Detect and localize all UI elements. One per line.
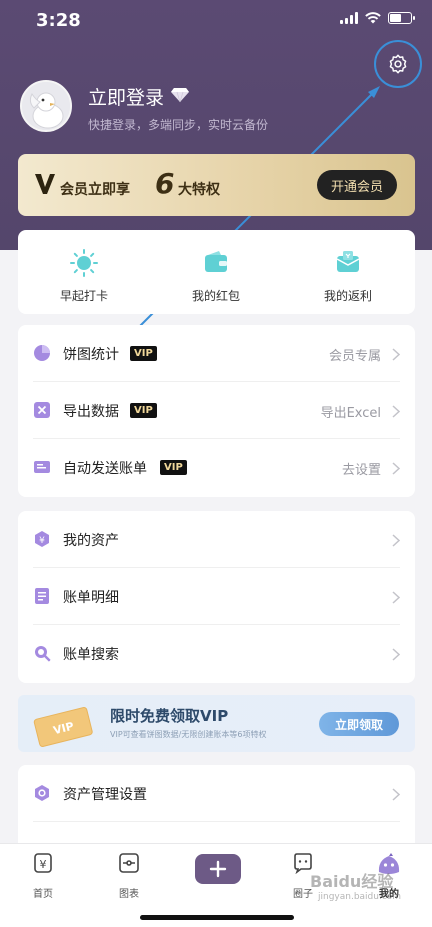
quick-action-rebate[interactable]: 我的返利 <box>282 230 414 314</box>
watermark-subtitle: jingyan.baidu.com <box>318 892 402 902</box>
signal-icon <box>340 12 358 24</box>
add-record-button[interactable] <box>195 854 241 884</box>
tab-label: 首页 <box>33 889 53 900</box>
vip-tag: VIP <box>160 460 187 475</box>
add-icon <box>209 860 227 878</box>
vip-banner-text-suffix: 大特权 <box>178 182 220 198</box>
tab-home[interactable]: ¥ 首页 <box>0 852 86 902</box>
home-ledger-icon: ¥ <box>34 853 52 873</box>
asset-settings-icon <box>35 785 49 801</box>
menu-row-value: 去设置 <box>341 463 381 478</box>
chart-icon <box>119 853 139 873</box>
promo-subtitle: VIP可查看饼图数据/无限创建账本等6项特权 <box>110 730 267 739</box>
menu-row-label: 资产管理设置 <box>63 787 147 803</box>
wallet-icon <box>205 251 227 272</box>
tab-chart[interactable]: 图表 <box>86 852 172 902</box>
menu-row-label: 自动发送账单 <box>63 461 147 477</box>
quick-action-label: 早起打卡 <box>59 289 108 303</box>
battery-icon <box>388 12 415 24</box>
svg-text:¥: ¥ <box>40 858 47 871</box>
menu-row-label: 饼图统计 <box>63 347 119 363</box>
quick-action-checkin[interactable]: 早起打卡 <box>18 230 150 314</box>
chevron-right-icon <box>392 591 400 604</box>
vip-tag: VIP <box>130 346 157 361</box>
menu-row-my-assets[interactable]: ¥ 我的资产 <box>18 511 415 568</box>
vip-ticket-icon: VIP <box>33 706 93 747</box>
status-icons <box>340 12 415 24</box>
vip-features-card: 饼图统计 VIP 会员专属 导出数据 VIP 导出Excel 自动发送账单 VI… <box>18 325 415 497</box>
diamond-icon <box>171 88 189 103</box>
chevron-right-icon <box>392 788 400 801</box>
watermark: Baidu经验 <box>310 872 394 891</box>
asset-icon: ¥ <box>35 531 49 547</box>
vip-v-logo-icon <box>35 174 55 194</box>
email-bill-icon <box>34 461 50 473</box>
menu-row-pie-chart[interactable]: 饼图统计 VIP 会员专属 <box>18 325 415 382</box>
promo-title: 限时免费领取VIP <box>110 707 229 725</box>
login-subtitle: 快捷登录，多端同步，实时云备份 <box>88 118 269 132</box>
menu-row-label: 导出数据 <box>63 404 119 420</box>
menu-row-label: 账单明细 <box>63 590 119 606</box>
avatar[interactable] <box>20 80 72 132</box>
export-excel-icon <box>34 402 50 418</box>
vip-banner-number: 6 <box>155 167 175 200</box>
pie-chart-icon <box>34 345 50 361</box>
login-title[interactable]: 立即登录 <box>88 83 164 110</box>
menu-row-label: 账单搜索 <box>63 647 119 663</box>
quick-action-label: 我的红包 <box>191 289 240 303</box>
sun-icon <box>70 249 98 277</box>
quick-action-label: 我的返利 <box>323 289 372 303</box>
search-icon <box>35 646 51 662</box>
chevron-right-icon <box>392 348 400 361</box>
chevron-right-icon <box>392 648 400 661</box>
menu-row-bill-search[interactable]: 账单搜索 <box>18 625 415 682</box>
divider <box>33 821 400 822</box>
menu-row-bill-detail[interactable]: 账单明细 <box>18 568 415 625</box>
chevron-right-icon <box>392 405 400 418</box>
vip-banner[interactable]: 会员立即享 6 大特权 开通会员 <box>18 154 415 216</box>
menu-row-auto-send[interactable]: 自动发送账单 VIP 去设置 <box>18 439 415 496</box>
svg-text:¥: ¥ <box>39 536 45 546</box>
asset-menu-card: ¥ 我的资产 账单明细 账单搜索 <box>18 511 415 683</box>
claim-now-button[interactable]: 立即领取 <box>319 712 399 736</box>
menu-row-export[interactable]: 导出数据 VIP 导出Excel <box>18 382 415 439</box>
menu-row-value: 会员专属 <box>328 349 381 364</box>
chevron-right-icon <box>392 534 400 547</box>
open-vip-button[interactable]: 开通会员 <box>317 170 397 200</box>
quick-actions-card: 早起打卡 我的红包 我的返利 <box>18 230 415 314</box>
vip-tag: VIP <box>130 403 157 418</box>
settings-button[interactable] <box>374 40 422 88</box>
bill-detail-icon <box>35 588 49 604</box>
menu-row-label: 我的资产 <box>63 533 119 549</box>
free-vip-promo-banner[interactable]: VIP 限时免费领取VIP VIP可查看饼图数据/无限创建账本等6项特权 立即领… <box>18 695 415 752</box>
vip-banner-text: 会员立即享 <box>60 182 130 198</box>
wifi-icon <box>365 12 381 24</box>
gear-icon <box>389 54 407 74</box>
quick-action-red-packet[interactable]: 我的红包 <box>150 230 282 314</box>
menu-row-asset-settings[interactable]: 资产管理设置 <box>18 765 415 822</box>
tab-label: 图表 <box>119 889 139 900</box>
status-bar: 3:28 <box>0 0 432 44</box>
status-time: 3:28 <box>36 10 81 31</box>
chevron-right-icon <box>392 462 400 475</box>
menu-row-value: 导出Excel <box>320 406 381 421</box>
home-indicator <box>140 915 294 920</box>
rebate-icon <box>336 251 360 272</box>
